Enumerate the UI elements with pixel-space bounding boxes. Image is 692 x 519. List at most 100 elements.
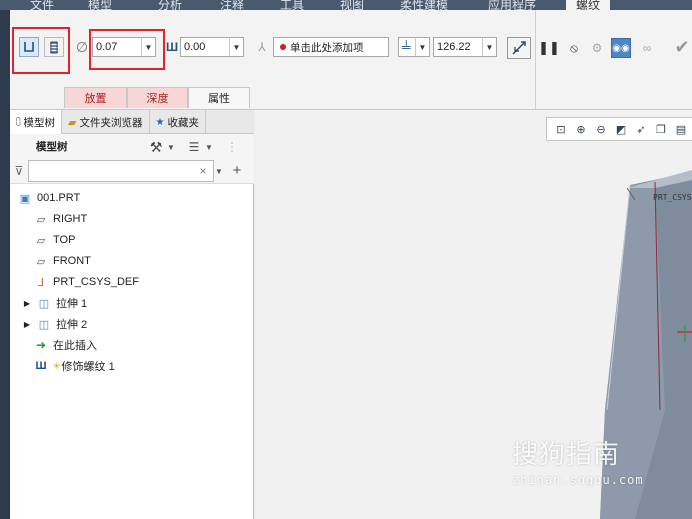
pitch-icon: Ш: [165, 40, 179, 54]
chevron-down-icon[interactable]: ▼: [415, 38, 429, 56]
simple-thread-icon: [24, 42, 34, 52]
chevron-down-icon[interactable]: ▼: [141, 38, 155, 56]
pitch-value: 0.00: [184, 41, 206, 53]
navigator-panel: ⩇ 模型树 ▰ 文件夹浏览器 ★ 收藏夹 模型树 ⚒ ▼ ☰ ▼ ⋮ ⊽ × ▼…: [10, 110, 254, 519]
tree-node-label: 拉伸 1: [56, 298, 88, 310]
cosmetic-thread-icon: Ш: [35, 360, 47, 372]
standard-thread-button[interactable]: [44, 37, 64, 57]
refit-icon[interactable]: ⊡: [553, 121, 569, 137]
subtab-properties[interactable]: 属性: [188, 87, 250, 108]
reference-collector[interactable]: 单击此处添加项: [273, 37, 389, 57]
navigator-tabs: ⩇ 模型树 ▰ 文件夹浏览器 ★ 收藏夹: [10, 110, 254, 134]
filter-icon: ⊽: [14, 164, 24, 178]
repaint-icon[interactable]: ◩: [613, 121, 629, 137]
reference-surface-icon: ⅄: [258, 40, 266, 54]
ok-check-icon[interactable]: ✔: [672, 36, 692, 58]
insert-arrow-icon: ➜: [35, 338, 47, 352]
saved-views-icon[interactable]: ❒: [653, 121, 669, 137]
tree-node-extrude-2[interactable]: ▶ ◫ 拉伸 2: [22, 314, 87, 334]
chevron-down-icon[interactable]: ▼: [166, 138, 176, 156]
tree-filter-bar: ⊽ × ▼ +: [10, 158, 254, 184]
chevron-down-icon[interactable]: ▼: [482, 38, 496, 56]
part-icon: ▣: [19, 192, 31, 205]
tab-folder-browser[interactable]: ▰ 文件夹浏览器: [62, 110, 150, 134]
show-options-icon[interactable]: ☰: [186, 138, 202, 156]
datum-plane-icon: ▱: [36, 255, 46, 268]
folder-icon: ▰: [68, 116, 77, 129]
flip-direction-icon: [512, 41, 526, 55]
no-preview-icon[interactable]: ⦸: [566, 38, 582, 58]
tab-flexible-modeling[interactable]: 柔性建模: [400, 0, 448, 12]
simple-thread-button[interactable]: [19, 37, 39, 57]
tab-thread[interactable]: 螺纹: [566, 0, 611, 12]
chevron-down-icon[interactable]: ▼: [204, 138, 214, 156]
toolbar-separator: [535, 10, 536, 110]
tree-node-label: 在此插入: [53, 340, 97, 352]
flip-direction-button[interactable]: [507, 37, 531, 59]
chevron-down-icon[interactable]: ▼: [229, 38, 243, 56]
tree-node-insert-here[interactable]: ➜ 在此插入: [34, 335, 97, 355]
reorient-icon[interactable]: ➶: [633, 121, 649, 137]
tab-model-tree[interactable]: ⩇ 模型树: [10, 110, 63, 134]
tree-node-label: 001.PRT: [37, 192, 81, 204]
new-feature-star-icon: ✳: [53, 360, 61, 371]
tab-analysis[interactable]: 分析: [158, 0, 182, 12]
diameter-value: 0.07: [96, 41, 118, 53]
tree-node-top[interactable]: ▱ TOP: [34, 230, 76, 250]
tab-file[interactable]: 文件: [30, 0, 54, 12]
tree-search-input[interactable]: [28, 160, 214, 182]
verify-mode-button[interactable]: ◉◉: [611, 38, 631, 58]
pause-icon[interactable]: ❚❚: [538, 38, 560, 58]
expand-arrow-icon[interactable]: ▶: [22, 296, 32, 310]
view-toolbar: ⊡ ⊕ ⊖ ◩ ➶ ❒ ▤: [546, 117, 692, 141]
pitch-combo[interactable]: 0.00 ▼: [180, 37, 244, 57]
display-style-icon[interactable]: ▤: [673, 121, 689, 137]
watermark-main: 搜狗指南: [512, 440, 621, 470]
tab-folder-browser-label: 文件夹浏览器: [79, 116, 143, 129]
diameter-combo[interactable]: 0.07 ▼: [92, 37, 156, 57]
watermark-sub: zhinan.sogou.com: [512, 473, 644, 487]
tab-view[interactable]: 视图: [340, 0, 364, 12]
tree-node-label: TOP: [53, 234, 76, 246]
csys-icon: ⅃: [37, 276, 45, 289]
preview-geometry-icon[interactable]: ⚙: [588, 38, 606, 58]
reference-placeholder: 单击此处添加项: [290, 41, 364, 54]
tree-settings-icon[interactable]: ⚒: [148, 138, 164, 156]
tree-node-extrude-1[interactable]: ▶ ◫ 拉伸 1: [22, 293, 87, 313]
tree-node-right[interactable]: ▱ RIGHT: [34, 209, 87, 229]
tree-node-front[interactable]: ▱ FRONT: [34, 251, 91, 271]
depth-option-combo[interactable]: ╧ ▼: [398, 37, 430, 57]
add-filter-icon[interactable]: +: [230, 162, 244, 179]
tab-favorites[interactable]: ★ 收藏夹: [150, 110, 206, 134]
tree-structure-icon[interactable]: ⋮: [224, 138, 240, 156]
clear-icon[interactable]: ×: [196, 163, 210, 179]
datum-plane-icon: ▱: [36, 234, 46, 247]
csys-label: PRT_CSYS: [653, 193, 692, 202]
model-tree-icon: ⩇: [16, 116, 21, 128]
standard-thread-icon: [50, 41, 58, 54]
zoom-in-icon[interactable]: ⊕: [573, 121, 589, 137]
left-window-edge: [0, 10, 10, 519]
verify-icon: ◉◉: [612, 42, 630, 54]
ribbon-tab-strip: 文件 模型 分析 注释 工具 视图 柔性建模 应用程序 螺纹: [0, 0, 692, 12]
tab-applications[interactable]: 应用程序: [488, 0, 536, 12]
favorites-icon: ★: [155, 116, 165, 128]
glasses-icon[interactable]: ∞: [636, 38, 658, 58]
zoom-out-icon[interactable]: ⊖: [593, 121, 609, 137]
depth-value-combo[interactable]: 126.22 ▼: [433, 37, 497, 57]
tab-model[interactable]: 模型: [88, 0, 112, 12]
tab-tools[interactable]: 工具: [280, 0, 304, 12]
blind-depth-icon: ╧: [402, 40, 411, 54]
depth-value: 126.22: [437, 41, 471, 53]
subtab-depth[interactable]: 深度: [127, 87, 188, 108]
chevron-down-icon[interactable]: ▼: [214, 163, 224, 179]
required-dot-icon: [280, 44, 286, 50]
tree-node-csys[interactable]: ⅃ PRT_CSYS_DEF: [34, 272, 139, 292]
diameter-icon: ∅: [75, 38, 89, 55]
expand-arrow-icon[interactable]: ▶: [22, 317, 32, 331]
subtab-placement[interactable]: 放置: [64, 87, 127, 108]
tree-node-part[interactable]: ▣ 001.PRT: [18, 188, 80, 208]
tree-node-cosmetic-thread[interactable]: Ш ✳ 修饰螺纹 1: [34, 356, 114, 376]
tree-node-label: FRONT: [53, 255, 91, 267]
tab-annotate[interactable]: 注释: [220, 0, 244, 12]
